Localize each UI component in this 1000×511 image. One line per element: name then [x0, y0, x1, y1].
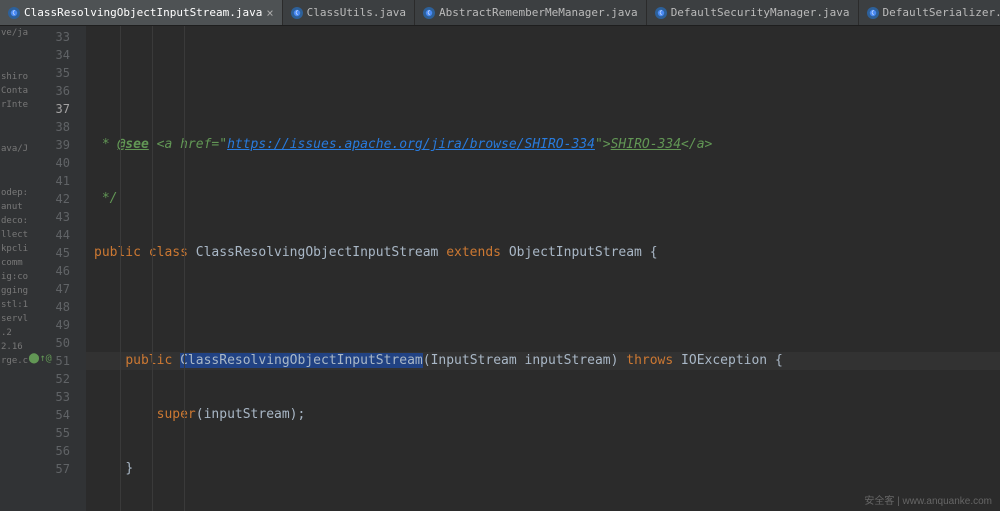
- rail-item[interactable]: anut: [0, 200, 28, 214]
- rail-item[interactable]: gging: [0, 284, 28, 298]
- svg-text:C: C: [871, 10, 874, 16]
- watermark: 安全客 | www.anquanke.com: [864, 492, 992, 507]
- tab-file[interactable]: C AbstractRememberMeManager.java: [415, 0, 647, 26]
- java-class-icon: C: [867, 7, 879, 19]
- rail-item[interactable]: comm: [0, 256, 28, 270]
- rail-item[interactable]: stl:1.: [0, 298, 28, 312]
- tab-label: ClassUtils.java: [307, 6, 406, 19]
- svg-text:C: C: [295, 10, 298, 16]
- svg-text:C: C: [659, 10, 662, 16]
- svg-text:C: C: [428, 10, 431, 16]
- tab-file[interactable]: C DefaultSerializer.java: [859, 0, 1000, 26]
- code-content[interactable]: * @see <a href="https://issues.apache.or…: [86, 26, 1000, 511]
- tab-label: AbstractRememberMeManager.java: [439, 6, 638, 19]
- editor-tab-bar: C ClassResolvingObjectInputStream.java ×…: [0, 0, 1000, 26]
- rail-item[interactable]: shiro: [0, 70, 28, 84]
- rail-item[interactable]: odep:: [0, 186, 28, 200]
- rail-item[interactable]: rInteg: [0, 98, 28, 112]
- rail-item[interactable]: ava/J: [0, 142, 28, 156]
- override-icon[interactable]: ⬤↑@: [28, 350, 51, 368]
- rail-item[interactable]: kpclie: [0, 242, 28, 256]
- rail-item[interactable]: Conta: [0, 84, 28, 98]
- java-class-icon: C: [8, 7, 20, 19]
- main-area: ve/java/c shiro Conta rInteg ava/J odep:…: [0, 26, 1000, 511]
- rail-item[interactable]: servl: [0, 312, 28, 326]
- rail-item[interactable]: ig:co: [0, 270, 28, 284]
- tab-file[interactable]: C DefaultSecurityManager.java: [647, 0, 859, 26]
- line-number-gutter: ⬤↑@ 333435363738394041424344454647484950…: [28, 26, 86, 511]
- rail-item[interactable]: 2.16: [0, 340, 28, 354]
- ide-root: C ClassResolvingObjectInputStream.java ×…: [0, 0, 1000, 511]
- rail-item[interactable]: rge.c: [0, 354, 28, 368]
- java-class-icon: C: [291, 7, 303, 19]
- rail-item[interactable]: llecti: [0, 228, 28, 242]
- rail-item[interactable]: deco:: [0, 214, 28, 228]
- svg-text:C: C: [13, 10, 16, 16]
- gutter-icons: ⬤↑@: [30, 26, 50, 476]
- tab-label: DefaultSerializer.java: [883, 6, 1000, 19]
- code-editor[interactable]: ⬤↑@ 333435363738394041424344454647484950…: [28, 26, 1000, 511]
- tab-file[interactable]: C ClassUtils.java: [283, 0, 415, 26]
- rail-item[interactable]: .2: [0, 326, 28, 340]
- java-class-icon: C: [655, 7, 667, 19]
- tab-label: DefaultSecurityManager.java: [671, 6, 850, 19]
- close-icon[interactable]: ×: [266, 6, 273, 20]
- java-class-icon: C: [423, 7, 435, 19]
- rail-item[interactable]: ve/java/c: [0, 26, 28, 40]
- project-rail: ve/java/c shiro Conta rInteg ava/J odep:…: [0, 26, 28, 511]
- tab-file-active[interactable]: C ClassResolvingObjectInputStream.java ×: [0, 0, 283, 26]
- tab-label: ClassResolvingObjectInputStream.java: [24, 6, 262, 19]
